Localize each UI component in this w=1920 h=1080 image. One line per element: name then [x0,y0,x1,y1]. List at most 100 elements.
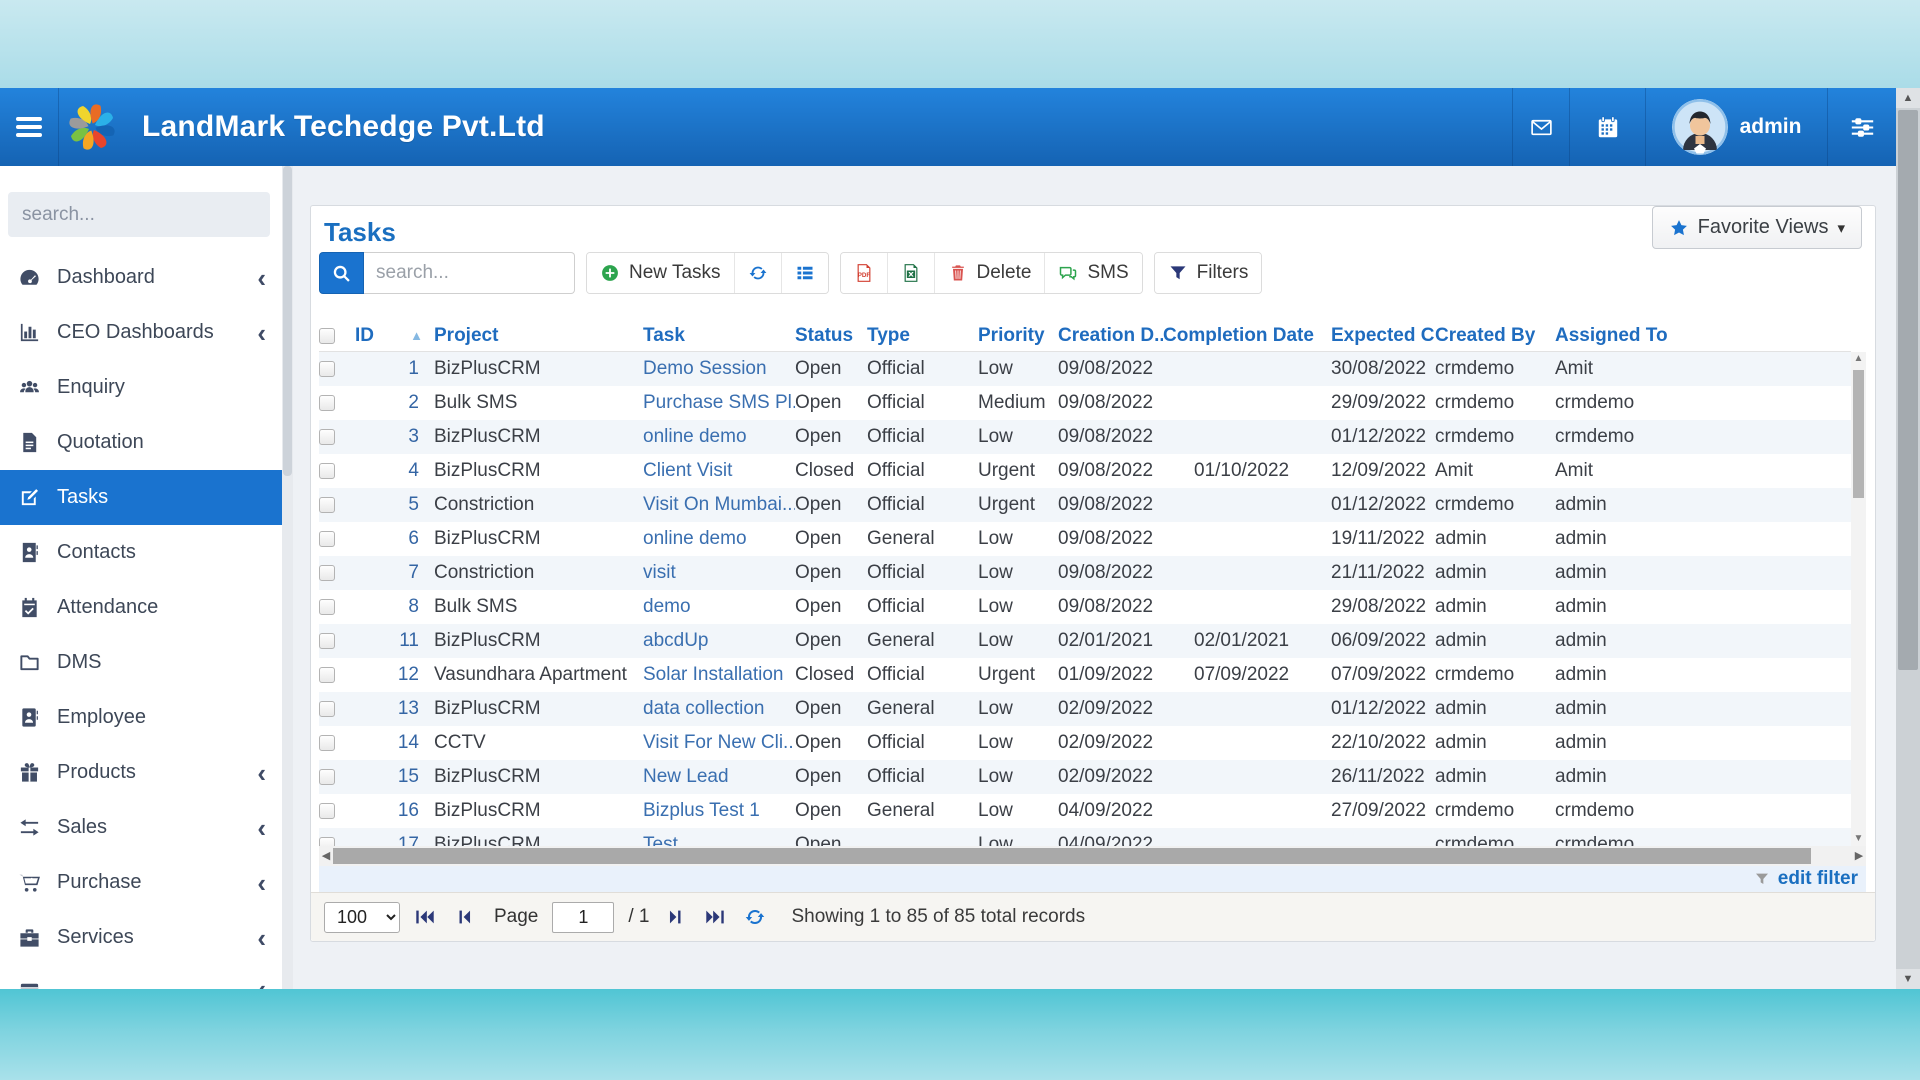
table-row[interactable]: 16BizPlusCRMBizplus Test 1OpenGeneralLow… [319,794,1851,828]
cell-task[interactable]: Demo Session [643,358,795,380]
column-header-status[interactable]: Status [795,325,867,347]
row-checkbox[interactable] [319,667,335,683]
table-row[interactable]: 7ConstrictionvisitOpenOfficialLow09/08/2… [319,556,1851,590]
table-row[interactable]: 8Bulk SMSdemoOpenOfficialLow09/08/202229… [319,590,1851,624]
column-header-creation[interactable]: Creation D... [1058,325,1163,347]
sidebar-item-enquiry[interactable]: Enquiry [0,360,282,415]
cell-task[interactable]: abcdUp [643,630,795,652]
row-checkbox[interactable] [319,531,335,547]
row-checkbox[interactable] [319,361,335,377]
table-row[interactable]: 17BizPlusCRMTestOpenLow04/09/2022crmdemo… [319,828,1851,846]
row-checkbox[interactable] [319,599,335,615]
cell-task[interactable]: visit [643,562,795,584]
column-header-task[interactable]: Task [643,325,795,347]
favorite-views-button[interactable]: Favorite Views ▾ [1652,206,1862,249]
column-header-expected[interactable]: Expected C... [1331,325,1435,347]
row-checkbox[interactable] [319,769,335,785]
row-checkbox[interactable] [319,565,335,581]
cell-task[interactable]: Test [643,834,795,846]
select-all-checkbox[interactable] [319,328,335,344]
settings-sliders-icon[interactable] [1827,88,1896,166]
row-checkbox[interactable] [319,735,335,751]
new-tasks-button[interactable]: New Tasks [587,253,734,293]
sidebar-item-contacts[interactable]: Contacts [0,525,282,580]
row-checkbox[interactable] [319,395,335,411]
sidebar-item-sales[interactable]: Sales‹ [0,800,282,855]
table-row[interactable]: 12Vasundhara ApartmentSolar Installation… [319,658,1851,692]
page-scrollbar[interactable]: ▲ ▼ [1896,88,1920,989]
sidebar-item-dms[interactable]: DMS [0,635,282,690]
row-checkbox[interactable] [319,463,335,479]
table-row[interactable]: 11BizPlusCRMabcdUpOpenGeneralLow02/01/20… [319,624,1851,658]
sidebar-item-more[interactable]: ‹ [0,965,282,989]
table-vertical-scrollbar[interactable]: ▲ ▼ [1851,352,1866,846]
page-scroll-thumb[interactable] [1898,110,1918,670]
cell-task[interactable]: Bizplus Test 1 [643,800,795,822]
cell-task[interactable]: Visit On Mumbai... [643,494,795,516]
scroll-up-arrow[interactable]: ▲ [1851,352,1866,366]
cell-task[interactable]: online demo [643,528,795,550]
user-menu[interactable]: admin [1645,88,1827,166]
sms-button[interactable]: SMS [1044,253,1141,293]
sidebar-scrollbar[interactable] [282,166,293,989]
edit-filter-link[interactable]: edit filter [1778,868,1858,890]
table-horizontal-scrollbar[interactable]: ◀ ▶ [319,846,1866,866]
list-view-button[interactable] [781,253,828,293]
row-checkbox[interactable] [319,633,335,649]
cell-task[interactable]: Client Visit [643,460,795,482]
cell-task[interactable]: online demo [643,426,795,448]
scroll-right-arrow[interactable]: ▶ [1852,846,1866,866]
sidebar-item-attendance[interactable]: Attendance [0,580,282,635]
sidebar-item-dashboard[interactable]: Dashboard‹ [0,250,282,305]
row-checkbox[interactable] [319,497,335,513]
export-pdf-button[interactable]: PDF [841,253,887,293]
last-page-button[interactable] [704,904,730,930]
pagination-refresh-icon[interactable] [744,904,770,930]
row-checkbox[interactable] [319,803,335,819]
scroll-left-arrow[interactable]: ◀ [319,846,333,866]
next-page-button[interactable] [664,904,690,930]
column-header-project[interactable]: Project [425,325,643,347]
table-search-button[interactable] [319,252,364,294]
row-checkbox[interactable] [319,429,335,445]
table-hscroll-thumb[interactable] [333,848,1811,864]
cell-task[interactable]: Visit For New Cli... [643,732,795,754]
table-row[interactable]: 14CCTVVisit For New Cli...OpenOfficialLo… [319,726,1851,760]
sidebar-item-tasks[interactable]: Tasks [0,470,282,525]
page-size-select[interactable]: 100 [324,902,400,933]
first-page-button[interactable] [414,904,440,930]
sidebar-search-input[interactable] [8,204,281,226]
cell-task[interactable]: demo [643,596,795,618]
cell-task[interactable]: New Lead [643,766,795,788]
sidebar-item-purchase[interactable]: Purchase‹ [0,855,282,910]
sidebar-item-services[interactable]: Services‹ [0,910,282,965]
hamburger-menu-icon[interactable] [0,88,58,166]
sidebar-item-quotation[interactable]: Quotation [0,415,282,470]
sidebar-item-employee[interactable]: Employee [0,690,282,745]
table-search-input[interactable] [364,252,575,294]
table-row[interactable]: 1BizPlusCRMDemo SessionOpenOfficialLow09… [319,352,1851,386]
page-scroll-down-arrow[interactable]: ▼ [1896,969,1920,989]
table-row[interactable]: 5ConstrictionVisit On Mumbai...OpenOffic… [319,488,1851,522]
sidebar-item-products[interactable]: Products‹ [0,745,282,800]
refresh-button[interactable] [734,253,781,293]
cell-task[interactable]: data collection [643,698,795,720]
column-header-assigned-to[interactable]: Assigned To [1555,325,1851,347]
column-header-created-by[interactable]: Created By [1435,325,1555,347]
export-excel-button[interactable] [887,253,934,293]
table-vscroll-thumb[interactable] [1853,370,1864,498]
previous-page-button[interactable] [454,904,480,930]
table-row[interactable]: 13BizPlusCRMdata collectionOpenGeneralLo… [319,692,1851,726]
row-checkbox[interactable] [319,837,335,846]
page-number-input[interactable] [552,902,614,933]
mail-icon[interactable] [1512,88,1569,166]
table-row[interactable]: 2Bulk SMSPurchase SMS Pl...OpenOfficialM… [319,386,1851,420]
column-header-id[interactable]: ID▲ [349,325,425,347]
scroll-down-arrow[interactable]: ▼ [1851,832,1866,846]
calendar-icon[interactable] [1569,88,1645,166]
cell-task[interactable]: Solar Installation [643,664,795,686]
delete-button[interactable]: Delete [934,253,1045,293]
cell-task[interactable]: Purchase SMS Pl... [643,392,795,414]
column-header-completion[interactable]: Completion Date [1163,325,1331,347]
table-row[interactable]: 15BizPlusCRMNew LeadOpenOfficialLow02/09… [319,760,1851,794]
